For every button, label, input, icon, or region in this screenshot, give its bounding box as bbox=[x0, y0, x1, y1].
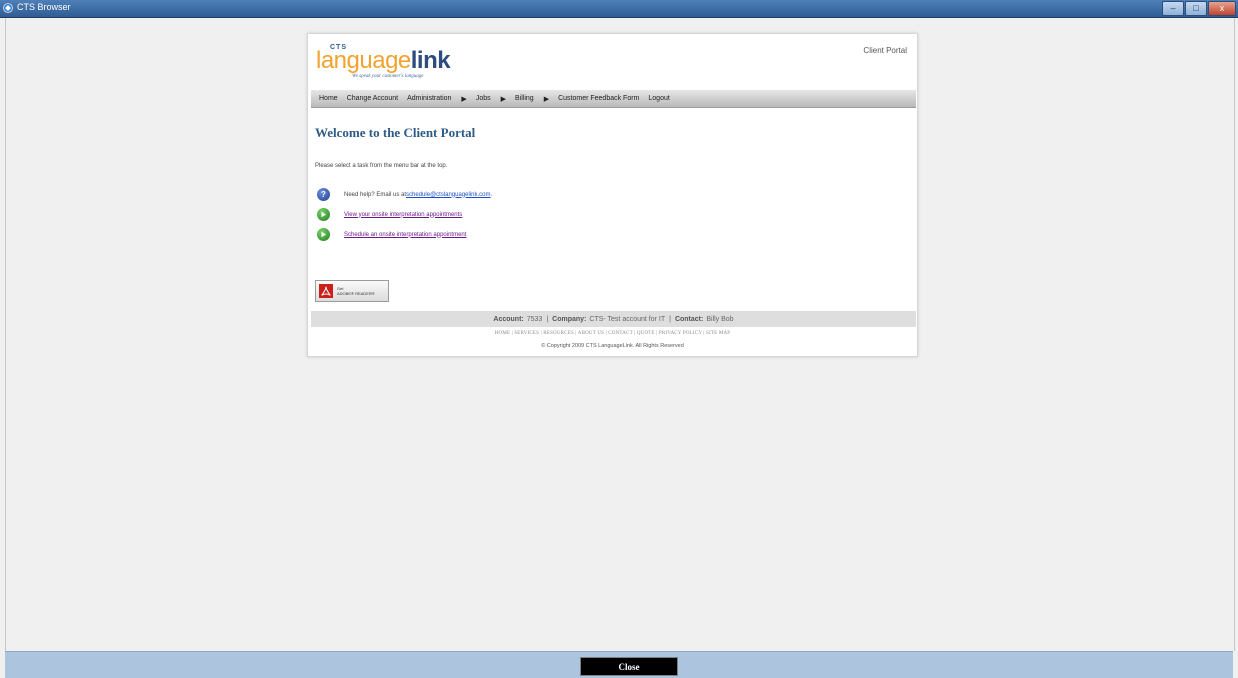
close-button[interactable]: Close bbox=[580, 657, 678, 676]
help-row: ? Need help? Email us at schedule@ctslan… bbox=[317, 188, 492, 201]
logo-wordmark: languagelink bbox=[316, 47, 451, 74]
view-appointments-link[interactable]: View your onsite interpretation appointm… bbox=[344, 212, 462, 218]
submenu-arrow-icon: ▶ bbox=[461, 95, 467, 103]
menu-item-label: Change Account bbox=[346, 95, 399, 102]
menu-item-change-account[interactable]: Change Account bbox=[347, 95, 398, 102]
menu-item-administration[interactable]: Administration ▶ bbox=[407, 95, 467, 103]
help-icon: ? bbox=[317, 188, 330, 201]
logo-word-link: link bbox=[410, 47, 451, 74]
help-suffix: . bbox=[490, 191, 493, 198]
adobe-line2: ADOBE® READER® bbox=[337, 291, 375, 296]
contact-label: Contact: bbox=[674, 315, 704, 323]
help-email-link[interactable]: schedule@ctslanguagelink.com bbox=[406, 192, 490, 198]
bottom-bar: Close bbox=[5, 651, 1233, 678]
separator: | bbox=[546, 315, 549, 323]
logo-word-language: language bbox=[316, 47, 411, 74]
logo-tagline: We speak your customer's language bbox=[352, 74, 424, 79]
menu-item-label: Customer Feedback Form bbox=[558, 95, 640, 102]
company-value: CTS- Test account for IT bbox=[589, 315, 666, 323]
menu-item-jobs[interactable]: Jobs ▶ bbox=[476, 95, 506, 103]
get-adobe-reader-badge[interactable]: Get ADOBE® READER® bbox=[315, 280, 389, 302]
menu-item-label: Administration bbox=[407, 95, 452, 102]
app-icon bbox=[3, 3, 13, 13]
task-schedule-appointment: Schedule an onsite interpretation appoin… bbox=[317, 228, 466, 241]
portal-card: CTS languagelink We speak your customer'… bbox=[307, 33, 918, 357]
menu-item-logout[interactable]: Logout bbox=[648, 95, 669, 102]
menu-item-label: Jobs bbox=[475, 95, 491, 102]
help-text: Need help? Email us at bbox=[344, 191, 407, 198]
separator: | bbox=[669, 315, 671, 323]
maximize-button[interactable]: □ bbox=[1185, 1, 1207, 16]
adobe-badge-text: Get ADOBE® READER® bbox=[337, 286, 375, 296]
submenu-arrow-icon: ▶ bbox=[543, 95, 550, 103]
adobe-pdf-icon bbox=[319, 284, 333, 298]
menu-item-label: Logout bbox=[648, 95, 670, 102]
window-titlebar: CTS Browser – □ x bbox=[0, 0, 1238, 18]
window-title: CTS Browser bbox=[17, 2, 71, 12]
menu-item-billing[interactable]: Billing ▶ bbox=[515, 95, 549, 103]
submenu-arrow-icon: ▶ bbox=[500, 95, 506, 103]
menu-item-label: Home bbox=[319, 95, 338, 102]
contact-value: Billy Bob bbox=[706, 315, 734, 323]
play-icon[interactable] bbox=[317, 208, 330, 221]
main-menu-bar: Home Change Account Administration ▶ Jobs… bbox=[311, 90, 916, 108]
play-icon[interactable] bbox=[317, 228, 330, 241]
schedule-appointment-link[interactable]: Schedule an onsite interpretation appoin… bbox=[344, 232, 466, 238]
menu-item-customer-feedback-form[interactable]: Customer Feedback Form bbox=[558, 95, 639, 102]
intro-text: Please select a task from the menu bar a… bbox=[315, 163, 448, 169]
account-value: 7533 bbox=[526, 315, 543, 323]
menu-item-label: Billing bbox=[515, 95, 534, 102]
account-info-strip: Account: 7533 | Company: CTS- Test accou… bbox=[311, 311, 916, 327]
menu-item-home[interactable]: Home bbox=[319, 95, 338, 102]
footer-links[interactable]: HOME | SERVICES | RESOURCES | ABOUT US |… bbox=[308, 331, 917, 336]
account-label: Account: bbox=[493, 315, 524, 323]
minimize-button[interactable]: – bbox=[1162, 1, 1184, 16]
portal-label: Client Portal bbox=[863, 46, 907, 55]
window-controls: – □ x bbox=[1161, 1, 1236, 16]
cts-languagelink-logo[interactable]: CTS languagelink We speak your customer'… bbox=[316, 44, 476, 84]
copyright-text: © Copyright 2009 CTS LanguageLink. All R… bbox=[541, 343, 684, 349]
company-label: Company: bbox=[552, 315, 587, 323]
page-title: Welcome to the Client Portal bbox=[315, 125, 476, 140]
window-close-button[interactable]: x bbox=[1208, 1, 1236, 16]
task-view-appointments: View your onsite interpretation appointm… bbox=[317, 208, 462, 221]
